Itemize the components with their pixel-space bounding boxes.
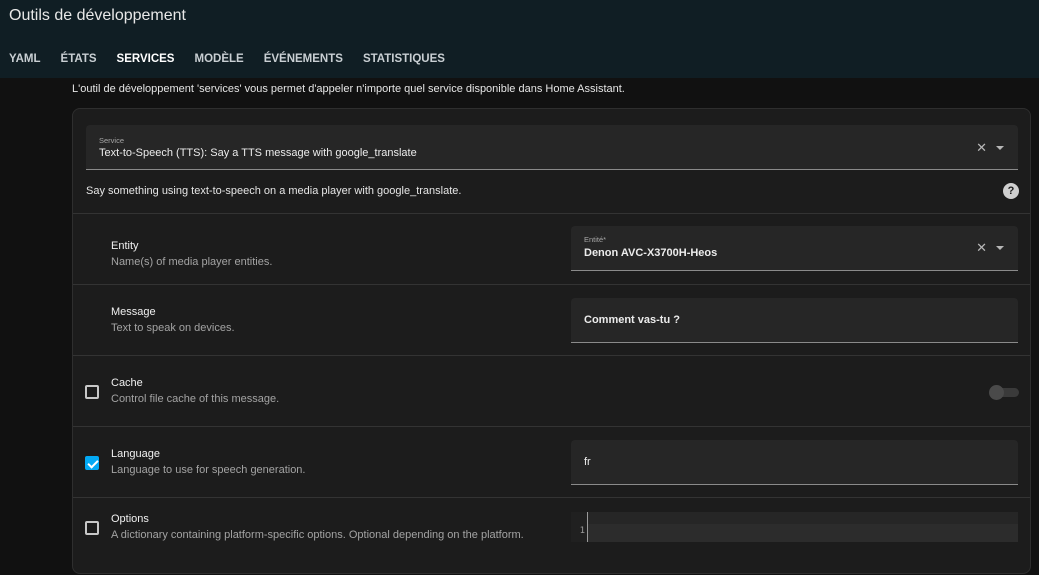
line-number: 1	[579, 526, 585, 536]
field-name: Entity	[111, 240, 139, 252]
field-description: Control file cache of this message.	[111, 393, 280, 405]
tab-yaml[interactable]: YAML	[0, 50, 52, 68]
options-checkbox[interactable]	[85, 521, 99, 535]
tab-statistics[interactable]: STATISTIQUES	[354, 50, 456, 68]
field-description: A dictionary containing platform-specifi…	[111, 529, 524, 541]
service-select[interactable]: Service Text-to-Speech (TTS): Say a TTS …	[86, 125, 1018, 170]
field-description: Text to speak on devices.	[111, 322, 235, 334]
field-row-entity: Entity Name(s) of media player entities.…	[73, 213, 1030, 285]
field-row-language: Language Language to use for speech gene…	[73, 426, 1030, 498]
field-name: Options	[111, 513, 149, 525]
field-name: Cache	[111, 377, 143, 389]
tab-services[interactable]: SERVICES	[108, 50, 186, 68]
message-input[interactable]: Comment vas-tu ?	[571, 298, 1018, 343]
service-description: Say something using text-to-speech on a …	[86, 185, 462, 197]
field-name: Message	[111, 306, 156, 318]
field-row-cache: Cache Control file cache of this message…	[73, 355, 1030, 427]
entity-select[interactable]: Entité* Denon AVC-X3700H-Heos ✕	[571, 226, 1018, 271]
entity-label: Entité*	[584, 235, 607, 244]
service-label: Service	[99, 136, 125, 145]
field-name: Language	[111, 448, 160, 460]
cache-toggle[interactable]	[989, 385, 1019, 400]
help-icon[interactable]: ?	[1003, 183, 1019, 199]
field-row-message: Message Text to speak on devices. Commen…	[73, 284, 1030, 356]
language-input[interactable]: fr	[571, 440, 1018, 485]
service-value: Text-to-Speech (TTS): Say a TTS message …	[99, 147, 417, 159]
cache-checkbox[interactable]	[85, 385, 99, 399]
tab-template[interactable]: MODÈLE	[185, 50, 254, 68]
field-row-options: Options A dictionary containing platform…	[73, 497, 1030, 574]
code-line[interactable]	[588, 524, 1018, 542]
page-title: Outils de développement	[9, 7, 186, 24]
line-gutter: 1	[571, 512, 588, 542]
entity-value: Denon AVC-X3700H-Heos	[584, 247, 718, 259]
chevron-down-icon[interactable]	[996, 146, 1004, 150]
close-icon[interactable]: ✕	[976, 140, 987, 156]
language-value: fr	[584, 456, 591, 468]
tab-states[interactable]: ÉTATS	[52, 50, 108, 68]
service-card: Service Text-to-Speech (TTS): Say a TTS …	[72, 108, 1031, 574]
language-checkbox[interactable]	[85, 456, 99, 470]
options-code-editor[interactable]: 1	[571, 512, 1018, 542]
intro-text: L'outil de développement 'services' vous…	[72, 83, 625, 95]
chevron-down-icon[interactable]	[996, 246, 1004, 250]
field-description: Name(s) of media player entities.	[111, 256, 273, 268]
field-description: Language to use for speech generation.	[111, 464, 306, 476]
tab-bar: YAML ÉTATS SERVICES MODÈLE ÉVÉNEMENTS ST…	[0, 50, 456, 68]
top-app-bar: Outils de développement YAML ÉTATS SERVI…	[0, 0, 1039, 78]
tab-events[interactable]: ÉVÉNEMENTS	[255, 50, 354, 68]
close-icon[interactable]: ✕	[976, 240, 987, 256]
message-value: Comment vas-tu ?	[584, 314, 680, 326]
